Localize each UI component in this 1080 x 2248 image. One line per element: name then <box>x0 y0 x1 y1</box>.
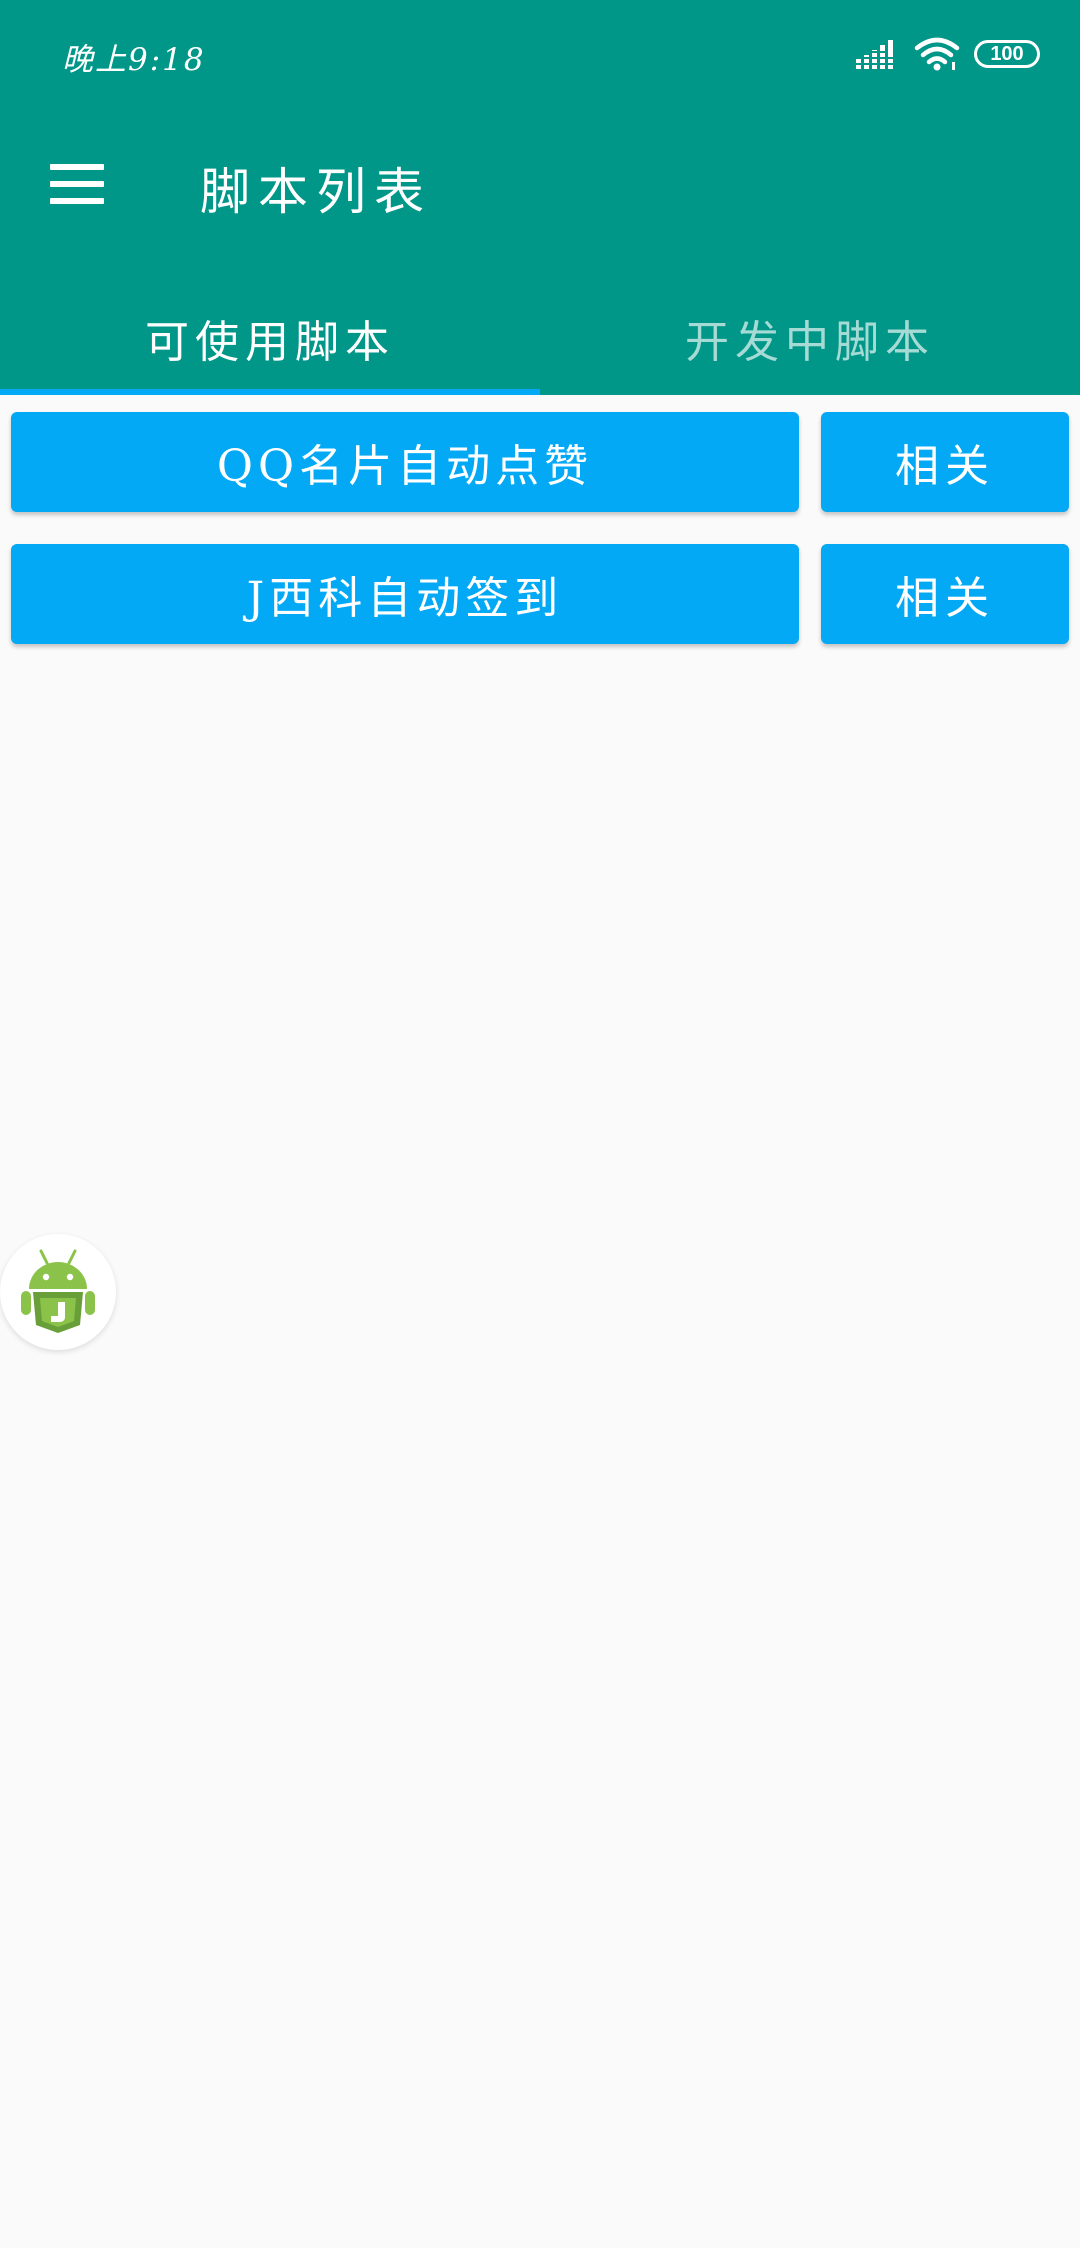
status-icons: 100 <box>856 34 1040 74</box>
status-time: 晚上9:18 <box>62 42 206 78</box>
page-title: 脚本列表 <box>200 163 432 221</box>
tab-indicator <box>0 389 540 395</box>
wifi-icon <box>914 37 960 71</box>
android-js-icon <box>21 1249 95 1333</box>
signal-icon <box>856 40 893 69</box>
hamburger-menu-icon[interactable] <box>50 164 104 204</box>
related-button[interactable]: 相关 <box>821 544 1069 644</box>
list-item: J西科自动签到 相关 <box>11 544 1069 644</box>
tab-developing-scripts[interactable]: 开发中脚本 <box>540 280 1080 395</box>
app-bar: 晚上9:18 100 脚本列表 可使用脚本 开发中脚本 <box>0 0 1080 395</box>
tab-available-scripts[interactable]: 可使用脚本 <box>0 280 540 395</box>
app-root: 晚上9:18 100 脚本列表 可使用脚本 开发中脚本 QQ名片自动点赞 相关 … <box>0 0 1080 2248</box>
floating-action-button[interactable] <box>0 1234 116 1350</box>
tab-bar: 可使用脚本 开发中脚本 <box>0 280 1080 395</box>
battery-indicator: 100 <box>974 40 1040 68</box>
script-button[interactable]: J西科自动签到 <box>11 544 799 644</box>
script-button[interactable]: QQ名片自动点赞 <box>11 412 799 512</box>
list-item: QQ名片自动点赞 相关 <box>11 412 1069 512</box>
related-button[interactable]: 相关 <box>821 412 1069 512</box>
